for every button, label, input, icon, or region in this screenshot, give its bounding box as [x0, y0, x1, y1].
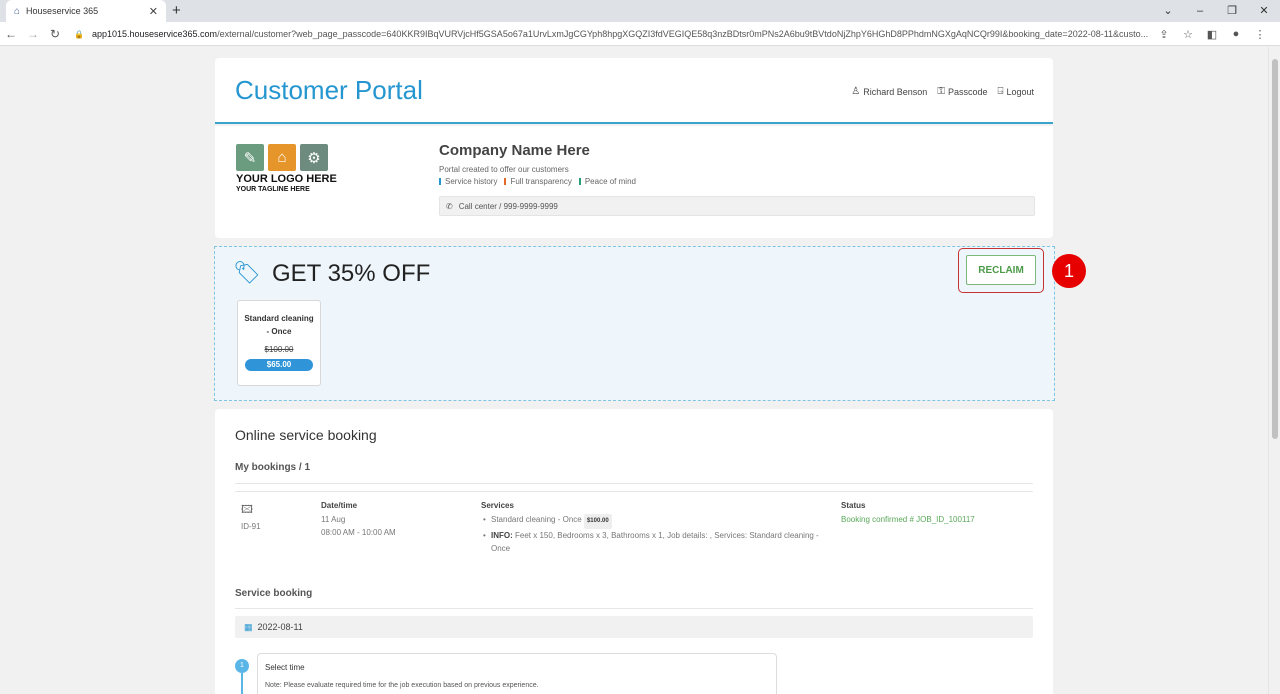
browser-toolbar: ⇪ ☆ ◧ ● ⋮: [1152, 22, 1272, 46]
service-info: INFO: Feet x 150, Bedrooms x 3, Bathroom…: [481, 529, 831, 555]
company-info: Company Name Here Portal created to offe…: [439, 142, 1035, 216]
select-time-step[interactable]: Select time Note: Please evaluate requir…: [257, 653, 777, 694]
calendar-icon: ▦: [244, 621, 253, 632]
user-name: Richard Benson: [863, 86, 928, 97]
booking-id-col: 🖾 ID-91: [241, 501, 261, 533]
feature-peace-of-mind: Peace of mind: [579, 177, 636, 186]
feature-service-history: Service history: [439, 177, 497, 186]
promo-title: GET 35% OFF: [272, 260, 431, 287]
tab-title: Houseservice 365: [26, 6, 99, 16]
step-number: 1: [235, 659, 249, 673]
logout-label: Logout: [1006, 86, 1034, 97]
browser-tab[interactable]: ⌂ Houseservice 365 ✕: [6, 0, 166, 22]
close-window-icon[interactable]: ✕: [1248, 0, 1280, 22]
key-icon: ⚿: [937, 86, 945, 97]
forward-icon[interactable]: →: [22, 27, 44, 41]
offer-name: Standard cleaning - Once: [244, 314, 314, 336]
datetime-header: Date/time: [321, 501, 358, 510]
step-connector: [241, 673, 243, 694]
reload-icon[interactable]: ↻: [44, 27, 66, 41]
scrollbar-thumb[interactable]: [1272, 59, 1278, 439]
company-name: Company Name Here: [439, 142, 590, 159]
info-text: Feet x 150, Bedrooms x 3, Bathrooms x 1,…: [491, 531, 819, 553]
url-host: app1015.houseservice365.com: [91, 29, 218, 39]
lock-icon: 🔒: [74, 29, 84, 39]
booking-time: 08:00 AM - 10:00 AM: [321, 528, 396, 537]
call-center-box: ✆ Call center / 999-9999-9999: [439, 196, 1035, 216]
url-field[interactable]: 🔒 app1015.houseservice365.com/external/c…: [74, 24, 1164, 44]
gear-icon: ⚙: [300, 144, 328, 171]
portal-header: Customer Portal ♙ Richard Benson ⚿ Passc…: [215, 58, 1053, 124]
status-badge: Booking confirmed # JOB_ID_100117: [841, 515, 975, 524]
side-panel-icon[interactable]: ◧: [1200, 28, 1224, 41]
close-tab-icon[interactable]: ✕: [149, 5, 158, 18]
offer-card[interactable]: Standard cleaning - Once $100.00 $65.00: [237, 300, 321, 386]
service-name: Standard cleaning - Once: [491, 515, 582, 524]
booking-services-col: Services Standard cleaning - Once $100.0…: [481, 501, 831, 555]
house-favicon-icon: ⌂: [14, 5, 21, 17]
tab-search-icon[interactable]: ⌄: [1152, 0, 1184, 22]
booking-date-field[interactable]: ▦ 2022-08-11: [235, 616, 1033, 638]
service-item: Standard cleaning - Once $100.00: [481, 513, 831, 529]
menu-kebab-icon[interactable]: ⋮: [1248, 28, 1272, 41]
phone-icon: ✆: [446, 201, 453, 211]
info-label: INFO:: [491, 531, 513, 540]
new-tab-icon[interactable]: +: [172, 2, 181, 19]
offer-old-price: $100.00: [264, 345, 294, 354]
home-icon: ⌂: [268, 144, 296, 171]
booking-date-value: 2022-08-11: [257, 622, 303, 632]
share-icon[interactable]: ⇪: [1152, 28, 1176, 41]
promo-banner: 🏷 GET 35% OFF RECLAIM Standard cleaning …: [214, 246, 1055, 401]
annotation-highlight-box: [958, 248, 1044, 293]
window-controls: ⌄ – ❐ ✕: [1152, 0, 1280, 22]
wrench-icon: ✎: [236, 144, 264, 171]
feature-transparency: Full transparency: [504, 177, 571, 186]
status-header: Status: [841, 501, 866, 510]
page-title: Customer Portal: [235, 75, 423, 105]
feature-list: Service history Full transparency Peace …: [439, 177, 1035, 186]
logo-text: YOUR LOGO HERE: [236, 173, 337, 185]
user-icon: ♙: [851, 86, 861, 97]
company-card: ✎ ⌂ ⚙ YOUR LOGO HERE YOUR TAGLINE HERE C…: [215, 126, 1053, 238]
service-booking-heading: Service booking: [235, 588, 313, 599]
bookmark-star-icon[interactable]: ☆: [1176, 28, 1200, 41]
step-title: Select time: [265, 663, 305, 672]
page-viewport: Customer Portal ♙ Richard Benson ⚿ Passc…: [0, 47, 1268, 694]
booking-date: 11 Aug: [321, 515, 346, 524]
passcode-label: Passcode: [947, 86, 988, 97]
divider: [235, 608, 1033, 609]
ticket-icon: 🏷: [233, 260, 261, 285]
booking-id: ID-91: [241, 522, 261, 531]
divider: [235, 483, 1033, 484]
booking-image-icon: 🖾: [241, 504, 253, 516]
booking-card: Online service booking My bookings / 1 🖾…: [215, 409, 1053, 694]
minimize-icon[interactable]: –: [1184, 0, 1216, 22]
url-path: /external/customer?web_page_passcode=640…: [217, 29, 1149, 39]
user-link[interactable]: ♙ Richard Benson: [851, 86, 927, 97]
booking-title: Online service booking: [235, 427, 377, 443]
annotation-marker: 1: [1052, 254, 1086, 288]
address-bar: ← → ↻ 🔒 app1015.houseservice365.com/exte…: [0, 22, 1280, 46]
service-price-badge: $100.00: [583, 514, 612, 529]
step-note: Note: Please evaluate required time for …: [265, 682, 539, 689]
services-header: Services: [481, 501, 514, 510]
header-links: ♙ Richard Benson ⚿ Passcode ⍈ Logout: [851, 86, 1034, 97]
profile-icon[interactable]: ●: [1224, 28, 1248, 40]
my-bookings-heading: My bookings / 1: [235, 462, 311, 473]
logout-icon: ⍈: [997, 86, 1004, 97]
logout-link[interactable]: ⍈ Logout: [997, 86, 1034, 97]
offer-new-price: $65.00: [245, 359, 313, 371]
company-description: Portal created to offer our customers: [439, 165, 569, 174]
back-icon[interactable]: ←: [0, 27, 22, 41]
company-logo: ✎ ⌂ ⚙ YOUR LOGO HERE YOUR TAGLINE HERE: [236, 144, 346, 193]
divider: [235, 491, 1033, 492]
booking-status-col: Status Booking confirmed # JOB_ID_100117: [841, 501, 975, 526]
passcode-link[interactable]: ⚿ Passcode: [937, 86, 987, 97]
booking-datetime-col: Date/time 11 Aug 08:00 AM - 10:00 AM: [321, 501, 396, 539]
browser-tab-bar: ⌂ Houseservice 365 ✕ + ⌄ – ❐ ✕: [0, 0, 1280, 22]
logo-tagline: YOUR TAGLINE HERE: [236, 186, 310, 193]
call-center-text: Call center / 999-9999-9999: [458, 201, 558, 211]
page-scrollbar[interactable]: [1268, 47, 1280, 694]
restore-icon[interactable]: ❐: [1216, 0, 1248, 22]
